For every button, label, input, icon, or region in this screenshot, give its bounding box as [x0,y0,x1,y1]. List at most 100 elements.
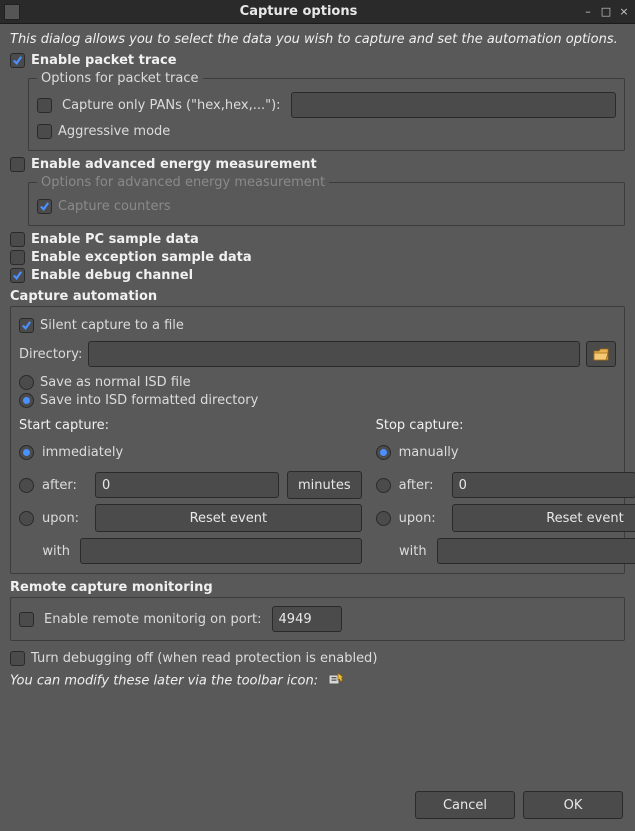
stop-title: Stop capture: [376,418,635,433]
stop-with-row: with [376,537,635,565]
start-with-label: with [19,544,72,559]
enable-packet-trace-checkbox[interactable] [10,53,25,68]
packet-trace-options-legend: Options for packet trace [37,71,203,86]
stop-after-label: after: [399,478,444,493]
enable-energy-label: Enable advanced energy measurement [31,157,317,172]
stop-after-row: after: minutes [376,471,635,499]
start-after-input[interactable] [95,472,279,498]
save-dir-row: Save into ISD formatted directory [19,393,616,408]
debug-off-row: Turn debugging off (when read protection… [10,651,625,666]
capture-pans-checkbox[interactable] [37,98,52,113]
titlebar: Capture options – □ × [0,0,635,24]
folder-icon [593,348,609,361]
exception-sample-label: Enable exception sample data [31,250,252,265]
automation-title: Capture automation [10,289,625,304]
app-icon [4,4,20,20]
start-upon-row: upon: Reset event [19,504,362,532]
energy-options-legend: Options for advanced energy measurement [37,175,329,190]
aggressive-mode-checkbox[interactable] [37,124,52,139]
capture-pans-label: Capture only PANs ("hex,hex,..."): [62,98,281,113]
browse-button[interactable] [586,341,616,367]
silent-capture-label: Silent capture to a file [40,318,184,333]
stop-upon-label: upon: [399,511,444,526]
start-upon-label: upon: [42,511,87,526]
capture-counters-label: Capture counters [58,199,171,214]
capture-pans-input[interactable] [291,92,616,118]
remote-enable-row: Enable remote monitorig on port: [19,606,616,632]
start-with-input[interactable] [80,538,362,564]
start-immediately-row: immediately [19,438,362,466]
save-normal-radio[interactable] [19,375,34,390]
remote-group: Enable remote monitorig on port: [10,597,625,641]
exception-sample-checkbox[interactable] [10,250,25,265]
energy-options-group: Options for advanced energy measurement … [28,175,625,226]
debug-channel-checkbox[interactable] [10,268,25,283]
debug-off-checkbox[interactable] [10,651,25,666]
stop-with-label: with [376,544,429,559]
debug-channel-label: Enable debug channel [31,268,193,283]
stop-manually-radio[interactable] [376,445,391,460]
start-immediately-label: immediately [42,445,123,460]
start-immediately-radio[interactable] [19,445,34,460]
stop-manually-row: manually [376,438,635,466]
minimize-button[interactable]: – [581,5,595,19]
enable-energy-row: Enable advanced energy measurement [10,157,625,172]
aggressive-mode-label: Aggressive mode [58,124,170,139]
start-stop-columns: Start capture: immediately after: minute… [19,418,616,565]
stop-upon-radio[interactable] [376,511,391,526]
stop-after-input[interactable] [452,472,635,498]
directory-input[interactable] [88,341,580,367]
directory-row: Directory: [19,341,616,367]
stop-after-radio[interactable] [376,478,391,493]
toolbar-icon [328,672,344,690]
dialog-button-bar: Cancel OK [415,791,623,819]
save-normal-row: Save as normal ISD file [19,375,616,390]
stop-reset-event-button[interactable]: Reset event [452,504,635,532]
stop-with-input[interactable] [437,538,635,564]
exception-sample-row: Enable exception sample data [10,250,625,265]
debug-off-label: Turn debugging off (when read protection… [31,651,377,666]
start-title: Start capture: [19,418,362,433]
capture-pans-row: Capture only PANs ("hex,hex,..."): [37,92,616,118]
footer-note-row: You can modify these later via the toolb… [10,672,625,690]
debug-channel-row: Enable debug channel [10,268,625,283]
start-with-row: with [19,537,362,565]
save-normal-label: Save as normal ISD file [40,375,191,390]
capture-counters-row: Capture counters [37,199,616,214]
intro-text: This dialog allows you to select the dat… [10,32,625,47]
remote-enable-label: Enable remote monitorig on port: [44,612,262,627]
start-after-row: after: minutes [19,471,362,499]
silent-capture-row: Silent capture to a file [19,318,616,333]
maximize-button[interactable]: □ [599,5,613,19]
start-upon-radio[interactable] [19,511,34,526]
capture-counters-checkbox[interactable] [37,199,52,214]
automation-group: Silent capture to a file Directory: Save… [10,306,625,574]
pc-sample-checkbox[interactable] [10,232,25,247]
ok-button[interactable]: OK [523,791,623,819]
remote-enable-checkbox[interactable] [19,612,34,627]
start-minutes-button[interactable]: minutes [287,471,362,499]
stop-column: Stop capture: manually after: minutes up… [376,418,635,565]
close-button[interactable]: × [617,5,631,19]
save-dir-label: Save into ISD formatted directory [40,393,258,408]
start-reset-event-button[interactable]: Reset event [95,504,362,532]
enable-packet-trace-row: Enable packet trace [10,53,625,68]
pc-sample-label: Enable PC sample data [31,232,199,247]
save-dir-radio[interactable] [19,393,34,408]
remote-port-input[interactable] [272,606,342,632]
remote-title: Remote capture monitoring [10,580,625,595]
aggressive-mode-row: Aggressive mode [37,124,616,139]
stop-manually-label: manually [399,445,459,460]
cancel-button[interactable]: Cancel [415,791,515,819]
enable-packet-trace-label: Enable packet trace [31,53,177,68]
footer-note-text: You can modify these later via the toolb… [10,674,318,689]
enable-energy-checkbox[interactable] [10,157,25,172]
pc-sample-row: Enable PC sample data [10,232,625,247]
dialog-content: This dialog allows you to select the dat… [0,24,635,831]
start-after-label: after: [42,478,87,493]
window-title: Capture options [20,4,577,19]
silent-capture-checkbox[interactable] [19,318,34,333]
stop-upon-row: upon: Reset event [376,504,635,532]
start-column: Start capture: immediately after: minute… [19,418,362,565]
start-after-radio[interactable] [19,478,34,493]
